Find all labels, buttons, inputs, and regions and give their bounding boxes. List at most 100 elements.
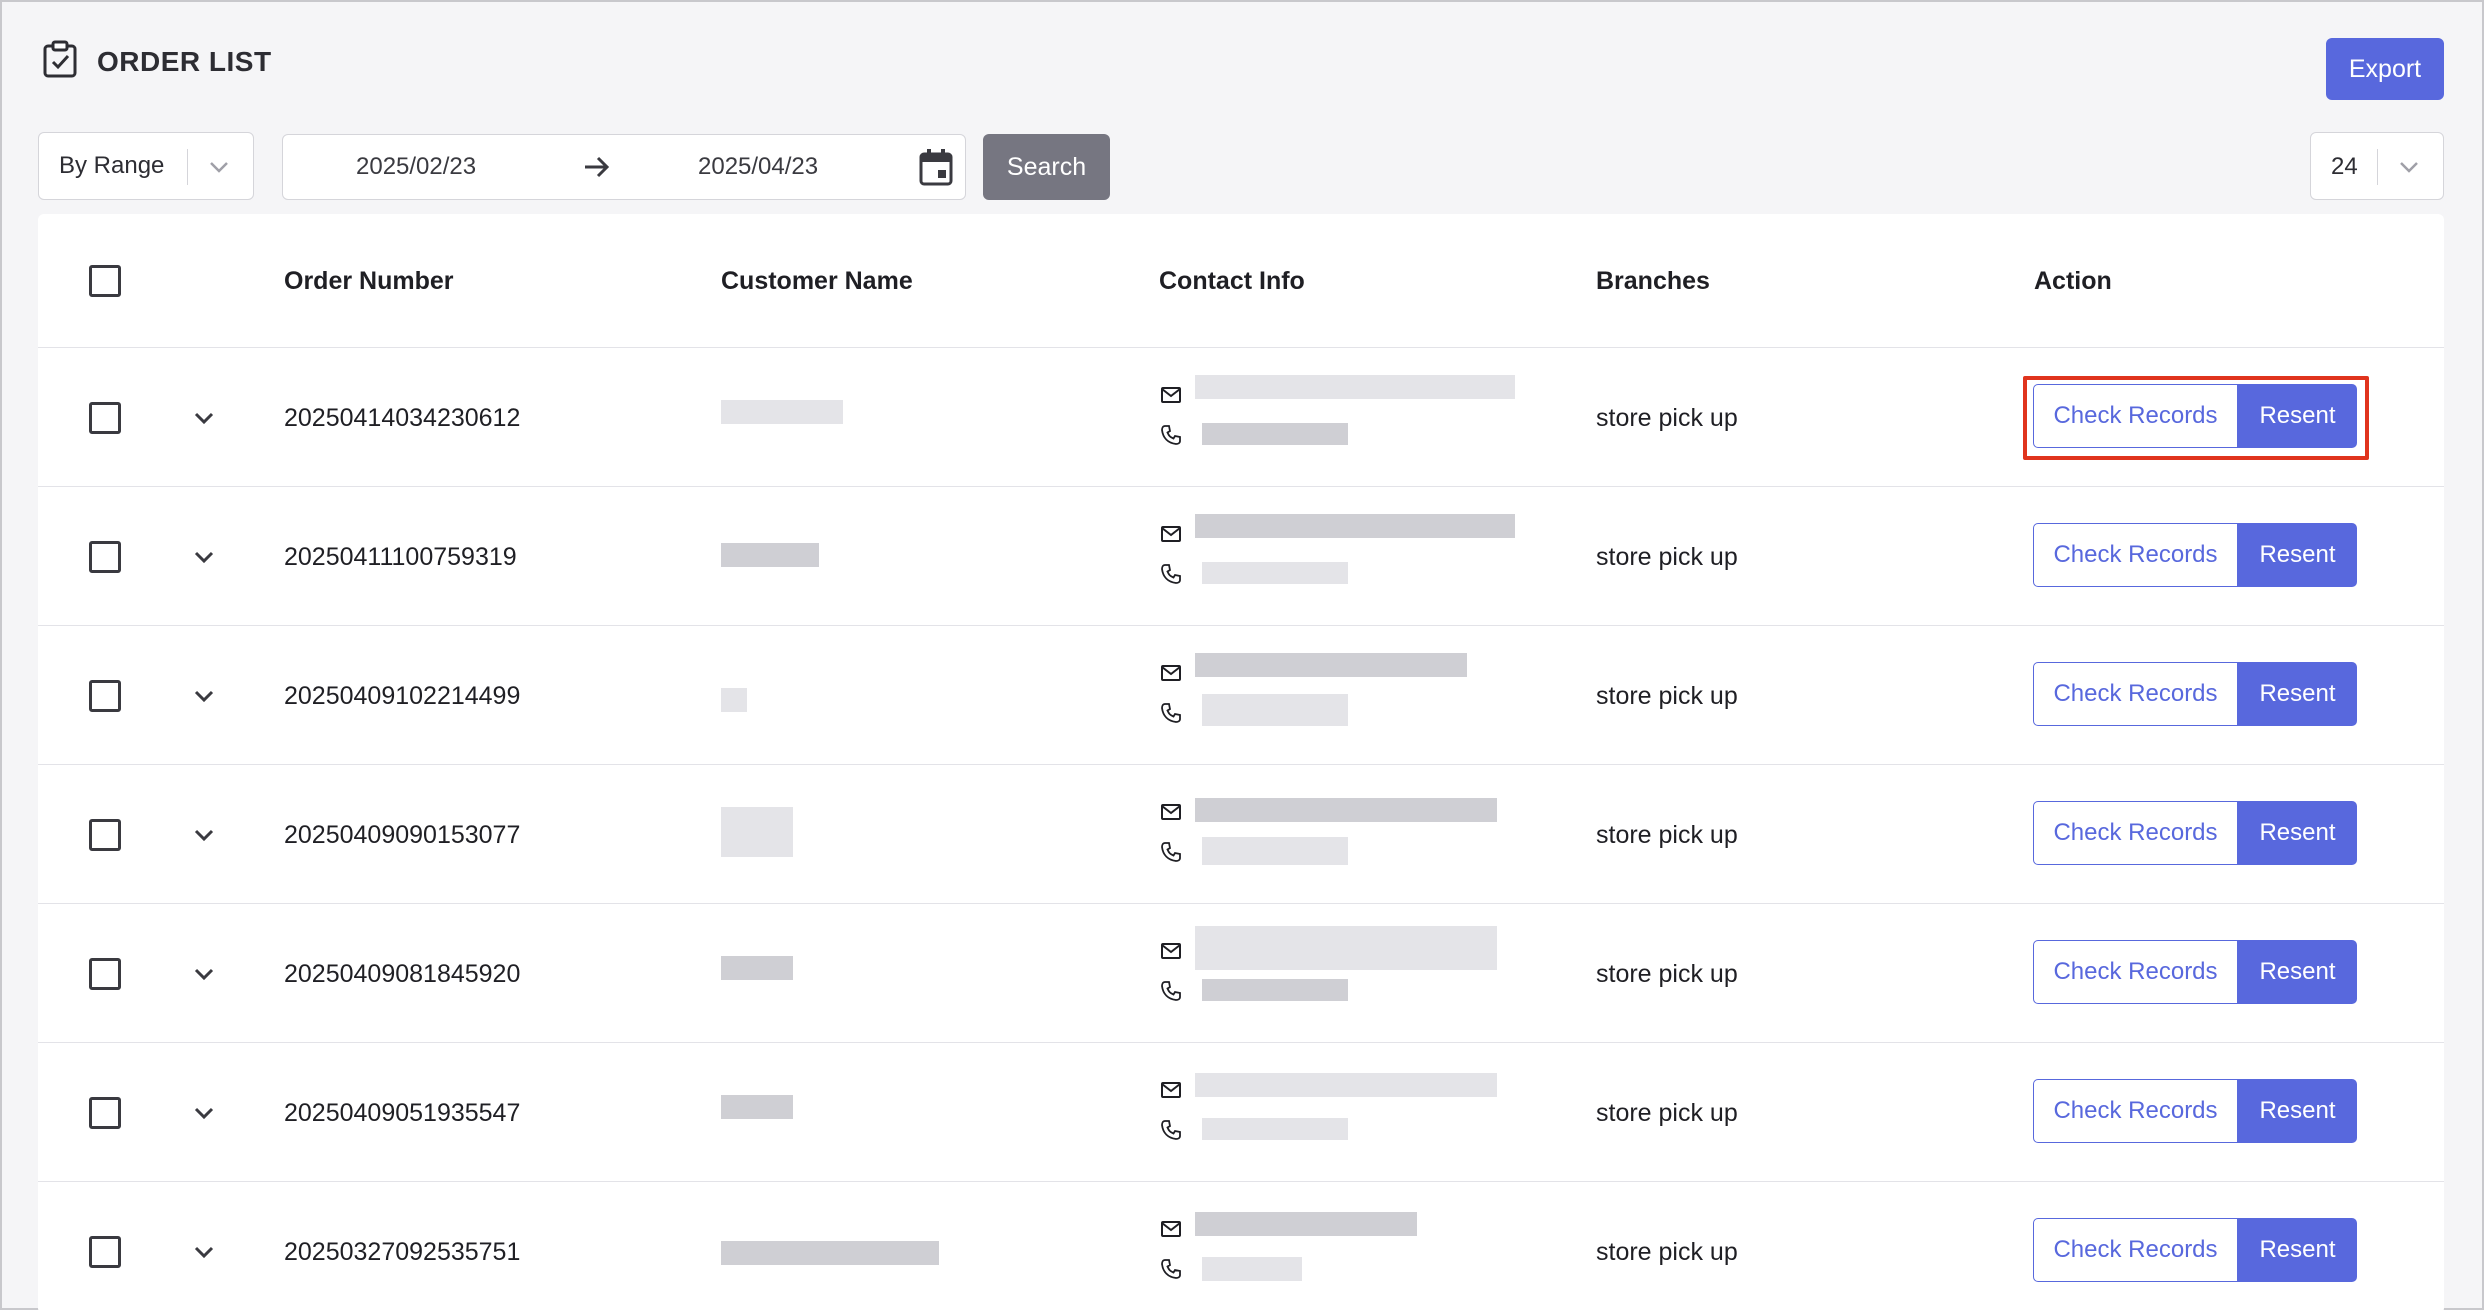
table-row: 20250414034230612 store pick up Check Re… xyxy=(38,348,2444,487)
chevron-down-icon[interactable] xyxy=(190,1238,218,1266)
check-records-button[interactable]: Check Records xyxy=(2033,523,2238,587)
order-table: Order Number Customer Name Contact Info … xyxy=(38,214,2444,1310)
row-actions: Check Records Resent xyxy=(2033,940,2357,1004)
chevron-down-icon xyxy=(210,162,228,173)
resent-button[interactable]: Resent xyxy=(2238,940,2357,1004)
end-date-field[interactable]: 2025/04/23 xyxy=(698,153,818,181)
redacted-email xyxy=(1195,1073,1497,1097)
page-title: ORDER LIST xyxy=(97,46,272,77)
check-records-button[interactable]: Check Records xyxy=(2033,662,2238,726)
chevron-down-icon[interactable] xyxy=(190,960,218,988)
redacted-customer-name xyxy=(721,688,747,712)
branch-name: store pick up xyxy=(1596,1099,1738,1127)
phone-icon xyxy=(1161,564,1181,584)
redacted-customer-name xyxy=(721,956,793,980)
branch-name: store pick up xyxy=(1596,821,1738,849)
redacted-customer-name xyxy=(721,807,793,857)
redacted-phone xyxy=(1202,979,1348,1001)
row-actions: Check Records Resent xyxy=(2033,523,2357,587)
row-checkbox[interactable] xyxy=(89,1236,121,1268)
phone-icon xyxy=(1161,703,1181,723)
redacted-customer-name xyxy=(721,543,819,567)
redacted-phone xyxy=(1202,694,1348,726)
branch-name: store pick up xyxy=(1596,404,1738,432)
redacted-phone xyxy=(1202,1257,1302,1281)
mail-icon xyxy=(1161,1082,1181,1098)
redacted-phone xyxy=(1202,423,1348,445)
order-number: 20250327092535751 xyxy=(284,1238,521,1266)
redacted-customer-name xyxy=(721,1241,939,1265)
chevron-down-icon[interactable] xyxy=(190,404,218,432)
mail-icon xyxy=(1161,804,1181,820)
column-header-order-number: Order Number xyxy=(284,267,454,295)
branch-name: store pick up xyxy=(1596,682,1738,710)
mail-icon xyxy=(1161,387,1181,403)
row-checkbox[interactable] xyxy=(89,958,121,990)
start-date-field[interactable]: 2025/02/23 xyxy=(356,153,476,181)
resent-button[interactable]: Resent xyxy=(2238,1079,2357,1143)
redacted-email xyxy=(1195,653,1467,677)
check-records-button[interactable]: Check Records xyxy=(2033,1218,2238,1282)
row-checkbox[interactable] xyxy=(89,680,121,712)
page-size-select[interactable]: 24 xyxy=(2310,132,2444,200)
redacted-email xyxy=(1195,1212,1417,1236)
arrow-right-icon xyxy=(585,156,610,178)
redacted-customer-name xyxy=(721,1095,793,1119)
redacted-phone xyxy=(1202,837,1348,865)
table-row: 20250409081845920 store pick up Check Re… xyxy=(38,904,2444,1043)
table-row: 20250409090153077 store pick up Check Re… xyxy=(38,765,2444,904)
resent-button[interactable]: Resent xyxy=(2238,662,2357,726)
column-header-action: Action xyxy=(2034,267,2112,295)
range-mode-value: By Range xyxy=(59,152,165,179)
export-button[interactable]: Export xyxy=(2326,38,2444,100)
check-records-button[interactable]: Check Records xyxy=(2033,384,2238,448)
table-header: Order Number Customer Name Contact Info … xyxy=(38,214,2444,348)
phone-icon xyxy=(1161,1120,1181,1140)
row-actions: Check Records Resent xyxy=(2033,384,2357,448)
redacted-email xyxy=(1195,926,1497,970)
redacted-phone xyxy=(1202,1118,1348,1140)
table-row: 20250327092535751 store pick up Check Re… xyxy=(38,1182,2444,1310)
search-button[interactable]: Search xyxy=(983,134,1110,200)
resent-button[interactable]: Resent xyxy=(2238,801,2357,865)
table-row: 20250409102214499 store pick up Check Re… xyxy=(38,626,2444,765)
mail-icon xyxy=(1161,943,1181,959)
chevron-down-icon[interactable] xyxy=(190,543,218,571)
column-header-customer-name: Customer Name xyxy=(721,267,913,295)
column-header-contact-info: Contact Info xyxy=(1159,267,1305,295)
branch-name: store pick up xyxy=(1596,1238,1738,1266)
resent-button[interactable]: Resent xyxy=(2238,523,2357,587)
select-divider xyxy=(2377,149,2378,185)
range-mode-select[interactable]: By Range xyxy=(38,132,254,200)
branch-name: store pick up xyxy=(1596,960,1738,988)
order-number: 20250409081845920 xyxy=(284,960,521,988)
chevron-down-icon[interactable] xyxy=(190,821,218,849)
chevron-down-icon[interactable] xyxy=(190,1099,218,1127)
resent-button[interactable]: Resent xyxy=(2238,384,2357,448)
row-checkbox[interactable] xyxy=(89,402,121,434)
row-checkbox[interactable] xyxy=(89,819,121,851)
select-all-checkbox[interactable] xyxy=(89,265,121,297)
order-number: 20250409051935547 xyxy=(284,1099,521,1127)
redacted-customer-name xyxy=(721,400,843,424)
column-header-branches: Branches xyxy=(1596,267,1710,295)
check-records-button[interactable]: Check Records xyxy=(2033,1079,2238,1143)
app-window: ORDER LIST Export By Range 2025/02/23 20… xyxy=(0,0,2484,1310)
page-size-value: 24 xyxy=(2331,153,2358,180)
resent-button[interactable]: Resent xyxy=(2238,1218,2357,1282)
phone-icon xyxy=(1161,842,1181,862)
calendar-icon[interactable] xyxy=(919,148,953,186)
row-checkbox[interactable] xyxy=(89,541,121,573)
mail-icon xyxy=(1161,526,1181,542)
chevron-down-icon[interactable] xyxy=(190,682,218,710)
redacted-email xyxy=(1195,514,1515,538)
check-records-button[interactable]: Check Records xyxy=(2033,801,2238,865)
redacted-email xyxy=(1195,798,1497,822)
date-range-picker[interactable]: 2025/02/23 2025/04/23 xyxy=(282,134,966,200)
check-records-button[interactable]: Check Records xyxy=(2033,940,2238,1004)
mail-icon xyxy=(1161,1221,1181,1237)
redacted-email xyxy=(1195,375,1515,399)
row-actions: Check Records Resent xyxy=(2033,662,2357,726)
order-number: 20250414034230612 xyxy=(284,404,521,432)
row-checkbox[interactable] xyxy=(89,1097,121,1129)
